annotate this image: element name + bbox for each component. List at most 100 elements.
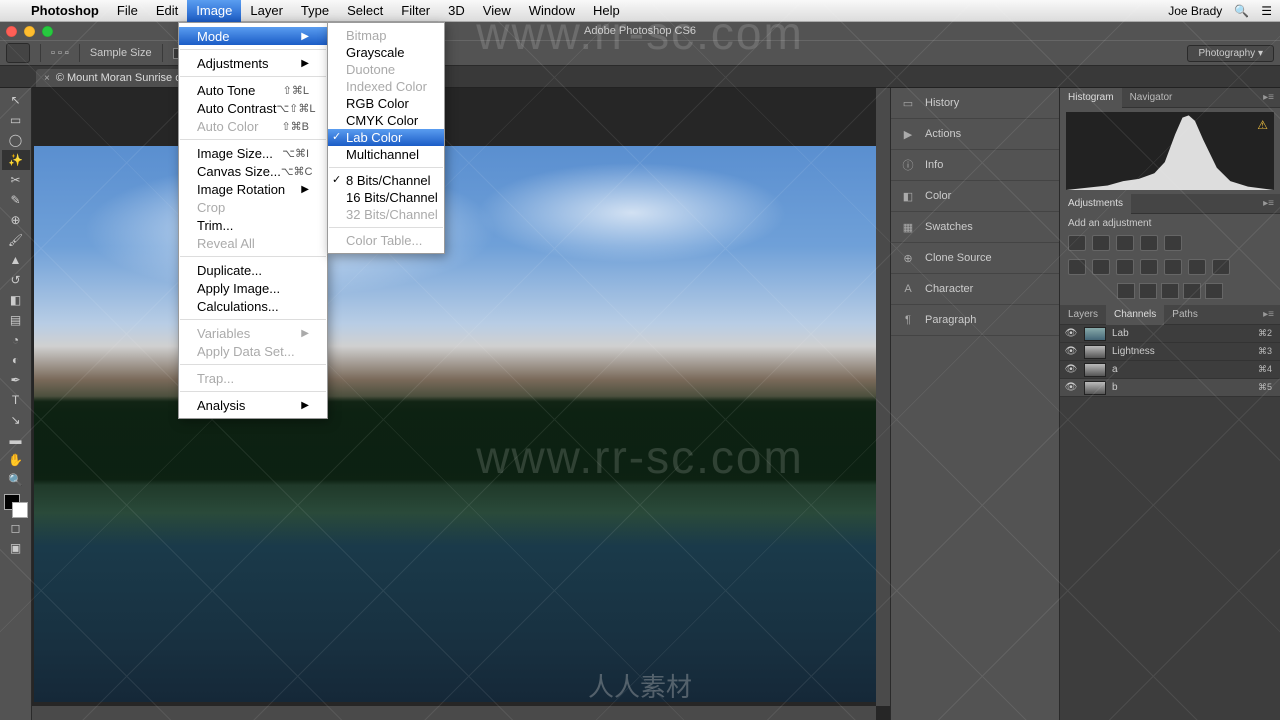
tab-adjustments[interactable]: Adjustments — [1060, 194, 1131, 214]
panel-menu-icon[interactable]: ▸≡ — [1257, 198, 1280, 209]
path-tool-icon[interactable]: ↘ — [2, 410, 30, 430]
wand-tool-icon[interactable]: ✨ — [2, 150, 30, 170]
tab-histogram[interactable]: Histogram — [1060, 88, 1122, 108]
crop-tool-icon[interactable]: ✂ — [2, 170, 30, 190]
adj-photo-filter-icon[interactable] — [1116, 259, 1134, 275]
zoom-tool-icon[interactable]: 🔍 — [2, 470, 30, 490]
menu-select[interactable]: Select — [338, 0, 392, 22]
stamp-tool-icon[interactable]: ▲ — [2, 250, 30, 270]
type-tool-icon[interactable]: T — [2, 390, 30, 410]
menu-analysis[interactable]: Analysis▶ — [179, 396, 327, 414]
spotlight-icon[interactable]: 🔍 — [1234, 4, 1249, 18]
workspace-dropdown[interactable]: Photography ▾ — [1187, 45, 1274, 62]
menu-auto-color[interactable]: Auto Color⇧⌘B — [179, 117, 327, 135]
brush-tool-icon[interactable]: 🖌 — [2, 230, 30, 250]
visibility-icon[interactable]: 👁 — [1064, 364, 1078, 375]
tab-channels[interactable]: Channels — [1106, 305, 1164, 325]
adj-threshold-icon[interactable] — [1117, 283, 1135, 299]
mode-rgb[interactable]: RGB Color — [328, 95, 444, 112]
panel-swatches[interactable]: ▦Swatches — [891, 212, 1059, 243]
app-name[interactable]: Photoshop — [22, 3, 108, 18]
menu-apply-image[interactable]: Apply Image... — [179, 279, 327, 297]
panel-paragraph[interactable]: ¶Paragraph — [891, 305, 1059, 336]
eraser-tool-icon[interactable]: ◧ — [2, 290, 30, 310]
adj-bw-icon[interactable] — [1092, 259, 1110, 275]
menu-help[interactable]: Help — [584, 0, 629, 22]
adj-posterize-icon[interactable] — [1212, 259, 1230, 275]
move-tool-icon[interactable]: ↖ — [2, 90, 30, 110]
menu-file[interactable]: File — [108, 0, 147, 22]
adj-extra2-icon[interactable] — [1205, 283, 1223, 299]
channel-row[interactable]: 👁b⌘5 — [1060, 379, 1280, 397]
menu-layer[interactable]: Layer — [241, 0, 292, 22]
adj-invert-icon[interactable] — [1188, 259, 1206, 275]
visibility-icon[interactable]: 👁 — [1064, 328, 1078, 339]
menu-auto-tone[interactable]: Auto Tone⇧⌘L — [179, 81, 327, 99]
panel-character[interactable]: ACharacter — [891, 274, 1059, 305]
menu-duplicate[interactable]: Duplicate... — [179, 261, 327, 279]
menu-mode[interactable]: Mode▶ — [179, 27, 327, 45]
menu-auto-contrast[interactable]: Auto Contrast⌥⇧⌘L — [179, 99, 327, 117]
menu-adjustments[interactable]: Adjustments▶ — [179, 54, 327, 72]
mode-lab[interactable]: ✓Lab Color — [328, 129, 444, 146]
histogram-warning-icon[interactable]: ⚠ — [1257, 118, 1268, 132]
mode-grayscale[interactable]: Grayscale — [328, 44, 444, 61]
mode-cmyk[interactable]: CMYK Color — [328, 112, 444, 129]
panel-actions[interactable]: ▶Actions — [891, 119, 1059, 150]
gradient-tool-icon[interactable]: ▤ — [2, 310, 30, 330]
eyedropper-tool-icon[interactable]: ✎ — [2, 190, 30, 210]
menu-filter[interactable]: Filter — [392, 0, 439, 22]
visibility-icon[interactable]: 👁 — [1064, 382, 1078, 393]
minimize-window-icon[interactable] — [24, 26, 35, 37]
adj-hue-icon[interactable] — [1068, 259, 1086, 275]
menu-image-size[interactable]: Image Size...⌥⌘I — [179, 144, 327, 162]
menu-reveal-all[interactable]: Reveal All — [179, 234, 327, 252]
mode-16bit[interactable]: 16 Bits/Channel — [328, 189, 444, 206]
visibility-icon[interactable]: 👁 — [1064, 346, 1078, 357]
menu-trim[interactable]: Trim... — [179, 216, 327, 234]
color-swatches[interactable] — [4, 494, 28, 518]
close-tab-icon[interactable]: × — [44, 73, 50, 84]
menu-window[interactable]: Window — [520, 0, 584, 22]
mode-multichannel[interactable]: Multichannel — [328, 146, 444, 163]
adj-extra1-icon[interactable] — [1183, 283, 1201, 299]
channel-row[interactable]: 👁Lab⌘2 — [1060, 325, 1280, 343]
horizontal-scrollbar[interactable] — [32, 706, 876, 720]
panel-clone-source[interactable]: ⊕Clone Source — [891, 243, 1059, 274]
menu-3d[interactable]: 3D — [439, 0, 474, 22]
mode-8bit[interactable]: ✓8 Bits/Channel — [328, 172, 444, 189]
current-tool-icon[interactable] — [6, 43, 30, 63]
panel-menu-icon[interactable]: ▸≡ — [1257, 92, 1280, 103]
menu-calculations[interactable]: Calculations... — [179, 297, 327, 315]
marquee-tool-icon[interactable]: ▭ — [2, 110, 30, 130]
adj-levels-icon[interactable] — [1092, 235, 1110, 251]
channel-row[interactable]: 👁a⌘4 — [1060, 361, 1280, 379]
document-canvas[interactable] — [34, 146, 888, 702]
vertical-scrollbar[interactable] — [876, 88, 890, 706]
history-brush-icon[interactable]: ↺ — [2, 270, 30, 290]
zoom-window-icon[interactable] — [42, 26, 53, 37]
panel-color[interactable]: ◧Color — [891, 181, 1059, 212]
pen-tool-icon[interactable]: ✒ — [2, 370, 30, 390]
lasso-tool-icon[interactable]: ◯ — [2, 130, 30, 150]
tab-layers[interactable]: Layers — [1060, 305, 1106, 325]
blur-tool-icon[interactable]: ◔ — [2, 330, 30, 350]
adj-channel-mixer-icon[interactable] — [1140, 259, 1158, 275]
hand-tool-icon[interactable]: ✋ — [2, 450, 30, 470]
menu-canvas-size[interactable]: Canvas Size...⌥⌘C — [179, 162, 327, 180]
adj-exposure-icon[interactable] — [1140, 235, 1158, 251]
tab-navigator[interactable]: Navigator — [1122, 88, 1181, 108]
adj-gradient-map-icon[interactable] — [1139, 283, 1157, 299]
adj-vibrance-icon[interactable] — [1164, 235, 1182, 251]
screenmode-icon[interactable]: ▣ — [2, 538, 30, 558]
tab-paths[interactable]: Paths — [1164, 305, 1206, 325]
adj-selective-color-icon[interactable] — [1161, 283, 1179, 299]
adj-curves-icon[interactable] — [1116, 235, 1134, 251]
panel-history[interactable]: ▭History — [891, 88, 1059, 119]
adj-color-lookup-icon[interactable] — [1164, 259, 1182, 275]
list-icon[interactable]: ☰ — [1261, 4, 1272, 18]
close-window-icon[interactable] — [6, 26, 17, 37]
panel-info[interactable]: ⓘInfo — [891, 150, 1059, 181]
menu-type[interactable]: Type — [292, 0, 338, 22]
healing-tool-icon[interactable]: ⊕ — [2, 210, 30, 230]
